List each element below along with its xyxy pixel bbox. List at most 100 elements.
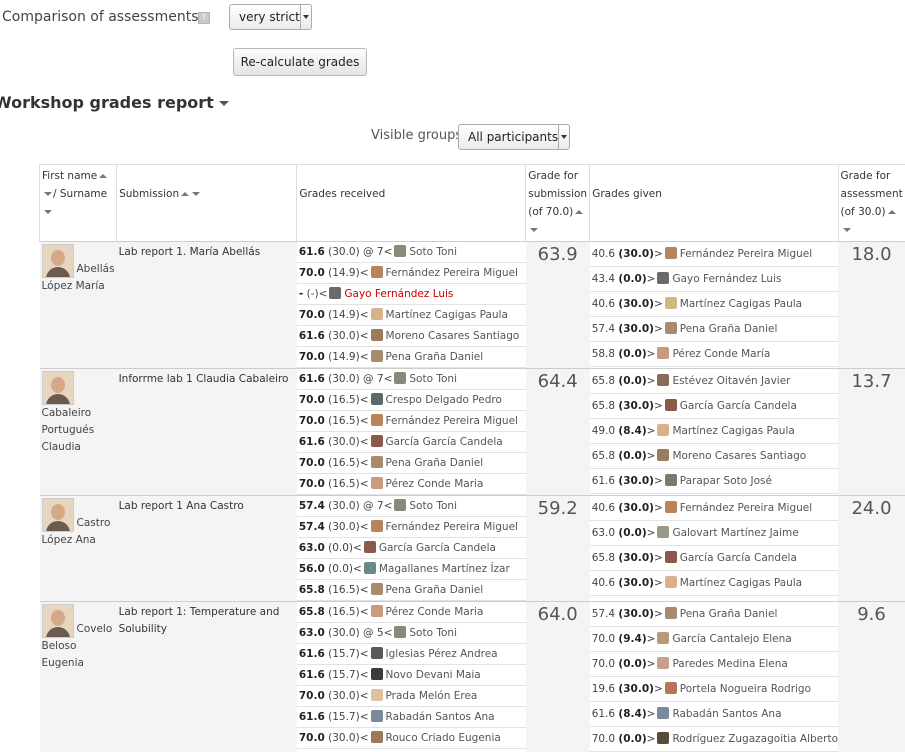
sort-desc-icon[interactable] — [192, 192, 200, 196]
user-avatar-icon[interactable] — [665, 399, 677, 411]
reviewee-name-link[interactable]: Martínez Cagigas Paula — [680, 298, 802, 310]
reviewer-name-link[interactable]: Soto Toni — [409, 246, 457, 258]
user-avatar-icon[interactable] — [371, 710, 383, 722]
reviewee-name-link[interactable]: Rabadán Santos Ana — [672, 708, 781, 720]
comparison-select[interactable]: very strict — [229, 4, 312, 30]
sort-desc-icon[interactable] — [530, 228, 538, 232]
user-avatar-icon[interactable] — [657, 632, 669, 644]
collapse-icon[interactable] — [219, 101, 229, 106]
sort-surname-link[interactable]: / Surname — [53, 188, 107, 200]
user-avatar-icon[interactable] — [665, 682, 677, 694]
reviewer-name-link[interactable]: Soto Toni — [409, 373, 457, 385]
reviewer-name-link[interactable]: Pérez Conde Maria — [386, 606, 484, 618]
student-name-line[interactable]: Eugenia — [42, 655, 115, 672]
sort-submission-link[interactable]: Submission — [119, 188, 179, 200]
reviewer-name-link[interactable]: Rabadán Santos Ana — [386, 711, 495, 723]
reviewer-name-link[interactable]: Fernández Pereira Miguel — [386, 521, 518, 533]
reviewee-name-link[interactable]: Martínez Cagigas Paula — [680, 577, 802, 589]
user-avatar-icon[interactable] — [665, 607, 677, 619]
user-avatar-icon[interactable] — [657, 424, 669, 436]
user-avatar-icon[interactable] — [665, 322, 677, 334]
user-avatar-icon[interactable] — [371, 393, 383, 405]
user-avatar-icon[interactable] — [42, 498, 74, 532]
sort-asc-icon[interactable] — [99, 174, 107, 178]
help-icon[interactable]: ? — [198, 12, 210, 24]
user-avatar-icon[interactable] — [657, 526, 669, 538]
reviewer-name-link[interactable]: García García Candela — [379, 542, 496, 554]
reviewee-name-link[interactable]: Parapar Soto José — [680, 475, 772, 487]
reviewer-name-link[interactable]: Prada Melón Erea — [386, 690, 478, 702]
reviewer-name-link[interactable]: Gayo Fernández Luis — [344, 288, 453, 300]
user-avatar-icon[interactable] — [371, 350, 383, 362]
user-avatar-icon[interactable] — [42, 244, 74, 278]
user-avatar-icon[interactable] — [371, 308, 383, 320]
reviewee-name-link[interactable]: Martínez Cagigas Paula — [672, 425, 794, 437]
user-avatar-icon[interactable] — [42, 604, 74, 638]
reviewer-name-link[interactable]: Magallanes Martínez Ízar — [379, 563, 510, 575]
reviewer-name-link[interactable]: Pérez Conde Maria — [386, 478, 484, 490]
user-avatar-icon[interactable] — [394, 372, 406, 384]
user-avatar-icon[interactable] — [657, 374, 669, 386]
user-avatar-icon[interactable] — [371, 647, 383, 659]
user-avatar-icon[interactable] — [371, 329, 383, 341]
report-title[interactable]: Workshop grades report — [0, 93, 229, 112]
reviewee-name-link[interactable]: Fernández Pereira Miguel — [680, 248, 812, 260]
reviewer-name-link[interactable]: Moreno Casares Santiago — [386, 330, 520, 342]
user-avatar-icon[interactable] — [394, 626, 406, 638]
user-avatar-icon[interactable] — [371, 605, 383, 617]
user-avatar-icon[interactable] — [665, 297, 677, 309]
user-avatar-icon[interactable] — [371, 731, 383, 743]
sort-asc-icon[interactable] — [888, 210, 896, 214]
sort-desc-icon[interactable] — [44, 210, 52, 214]
reviewer-name-link[interactable]: Soto Toni — [409, 627, 457, 639]
reviewee-name-link[interactable]: Estévez Oitavén Javier — [672, 375, 790, 387]
student-name-line[interactable]: López María — [42, 278, 115, 295]
submission-link[interactable]: Lab report 1: Temperature and Solubility — [117, 602, 297, 640]
reviewee-name-link[interactable]: Pérez Conde María — [672, 348, 770, 360]
sort-asc-icon[interactable] — [575, 210, 583, 214]
sort-first-name-link[interactable]: First name — [42, 170, 97, 182]
user-avatar-icon[interactable] — [371, 520, 383, 532]
reviewer-name-link[interactable]: Martínez Cagigas Paula — [386, 309, 508, 321]
user-avatar-icon[interactable] — [371, 689, 383, 701]
reviewee-name-link[interactable]: Portela Nogueira Rodrigo — [680, 683, 811, 695]
user-avatar-icon[interactable] — [394, 245, 406, 257]
reviewer-name-link[interactable]: Crespo Delgado Pedro — [386, 394, 502, 406]
student-name-link[interactable]: Abellás — [77, 261, 115, 278]
user-avatar-icon[interactable] — [657, 707, 669, 719]
user-avatar-icon[interactable] — [364, 541, 376, 553]
student-name-line[interactable]: Beloso — [42, 638, 115, 655]
user-avatar-icon[interactable] — [665, 576, 677, 588]
reviewee-name-link[interactable]: Pena Graña Daniel — [680, 323, 778, 335]
user-avatar-icon[interactable] — [665, 474, 677, 486]
reviewer-name-link[interactable]: Fernández Pereira Miguel — [386, 415, 518, 427]
reviewee-name-link[interactable]: Gayo Fernández Luis — [672, 273, 781, 285]
user-avatar-icon[interactable] — [42, 371, 74, 405]
reviewee-name-link[interactable]: García Cantalejo Elena — [672, 633, 791, 645]
user-avatar-icon[interactable] — [364, 562, 376, 574]
reviewee-name-link[interactable]: García García Candela — [680, 400, 797, 412]
reviewer-name-link[interactable]: Novo Devani Maia — [386, 669, 481, 681]
user-avatar-icon[interactable] — [329, 287, 341, 299]
user-avatar-icon[interactable] — [371, 583, 383, 595]
student-name-line[interactable]: López Ana — [42, 532, 115, 549]
user-avatar-icon[interactable] — [394, 499, 406, 511]
user-avatar-icon[interactable] — [371, 414, 383, 426]
user-avatar-icon[interactable] — [657, 732, 669, 744]
user-avatar-icon[interactable] — [657, 657, 669, 669]
sort-desc-icon[interactable] — [44, 192, 52, 196]
student-name-link[interactable]: Castro — [77, 515, 111, 532]
submission-link[interactable]: Inforrme lab 1 Claudia Cabaleiro — [117, 369, 297, 390]
reviewee-name-link[interactable]: Rodríguez Zugazagoitia Alberto — [672, 733, 838, 745]
user-avatar-icon[interactable] — [371, 456, 383, 468]
visible-groups-select[interactable]: All participants — [458, 124, 570, 150]
user-avatar-icon[interactable] — [657, 449, 669, 461]
user-avatar-icon[interactable] — [371, 668, 383, 680]
user-avatar-icon[interactable] — [371, 477, 383, 489]
user-avatar-icon[interactable] — [665, 501, 677, 513]
student-name-line[interactable]: Cabaleiro — [42, 405, 115, 422]
submission-link[interactable]: Lab report 1. María Abellás — [117, 242, 297, 263]
reviewee-name-link[interactable]: Paredes Medina Elena — [672, 658, 787, 670]
user-avatar-icon[interactable] — [657, 272, 669, 284]
user-avatar-icon[interactable] — [371, 435, 383, 447]
